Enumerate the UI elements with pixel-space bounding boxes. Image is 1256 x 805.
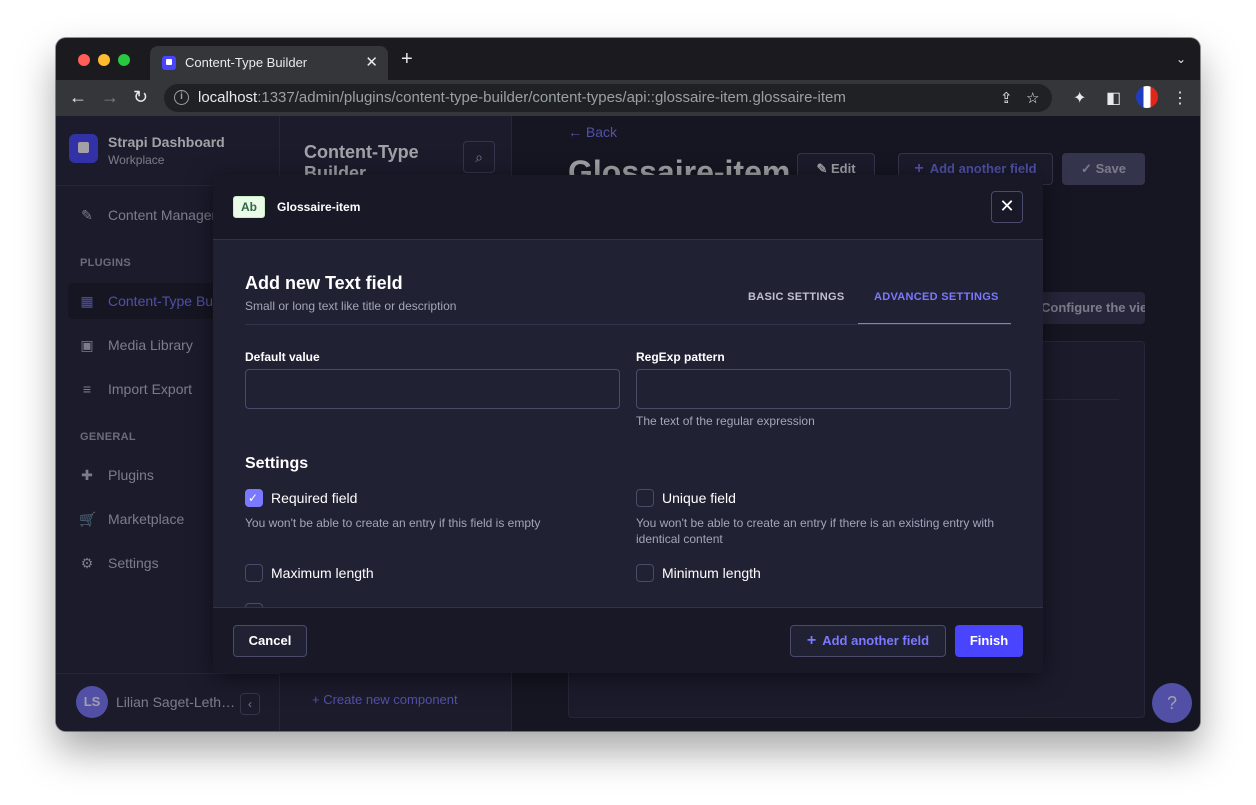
tab-search-chevron-icon[interactable]: ⌄ [1176, 52, 1186, 66]
new-tab-icon[interactable]: + [401, 49, 413, 69]
close-tab-icon[interactable]: ✕ [365, 53, 378, 71]
close-icon[interactable]: ✕ [991, 191, 1023, 223]
modal-title: Add new Text field [245, 273, 403, 293]
browser-tab-title: Content-Type Builder [185, 55, 308, 70]
url-path: :1337/admin/plugins/content-type-builder… [257, 89, 846, 106]
maximum-length-checkbox[interactable] [245, 564, 263, 582]
text-type-badge: Ab [233, 196, 265, 218]
share-icon[interactable]: ⇪ [1000, 89, 1013, 107]
minimum-length-label[interactable]: Minimum length [662, 565, 761, 581]
default-value-input[interactable] [245, 369, 620, 409]
url-host: localhost [198, 89, 258, 106]
finish-button[interactable]: Finish [955, 625, 1023, 657]
cancel-button[interactable]: Cancel [233, 625, 307, 657]
add-field-label: Add another field [822, 633, 930, 648]
browser-tabbar: Content-Type Builder ✕ + ⌄ [56, 38, 1200, 80]
required-field-checkbox[interactable]: ✓ [245, 489, 263, 507]
regexp-input[interactable] [636, 369, 1011, 409]
required-field-desc: You won't be able to create an entry if … [245, 516, 541, 530]
modal-header: Ab Glossaire-item ✕ [213, 175, 1043, 240]
forward-arrow-icon[interactable]: → [101, 87, 119, 107]
settings-heading: Settings [245, 455, 309, 472]
minimize-window-button[interactable] [98, 54, 110, 66]
add-another-field-button[interactable]: + Add another field [790, 625, 946, 657]
modal-content-type: Glossaire-item [277, 200, 361, 214]
maximum-length-label[interactable]: Maximum length [271, 565, 374, 581]
default-value-label: Default value [245, 350, 320, 364]
check-icon: ✓ [248, 491, 259, 505]
extensions-puzzle-icon[interactable]: ✦ [1073, 88, 1086, 108]
modal-footer: Cancel + Add another field Finish [213, 607, 1043, 673]
address-bar[interactable]: i localhost:1337/admin/plugins/content-t… [164, 84, 1052, 112]
plus-icon: + [806, 632, 817, 649]
add-field-modal: Ab Glossaire-item ✕ Add new Text field S… [213, 175, 1043, 673]
sidepanel-icon[interactable]: ◧ [1106, 88, 1121, 108]
required-field-label[interactable]: Required field [271, 490, 357, 506]
browser-window: Content-Type Builder ✕ + ⌄ ← → ↻ i local… [56, 38, 1200, 731]
modal-subtitle: Small or long text like title or descrip… [245, 299, 457, 313]
minimum-length-checkbox[interactable] [636, 564, 654, 582]
browser-menu-icon[interactable]: ⋮ [1172, 88, 1188, 108]
unique-field-checkbox[interactable] [636, 489, 654, 507]
reload-icon[interactable]: ↻ [133, 87, 148, 107]
maximize-window-button[interactable] [118, 54, 130, 66]
tab-basic-settings[interactable]: BASIC SETTINGS [748, 291, 845, 325]
unique-field-label[interactable]: Unique field [662, 490, 736, 506]
regexp-hint: The text of the regular expression [636, 414, 815, 428]
tabs-divider [245, 324, 1011, 325]
browser-tab[interactable]: Content-Type Builder ✕ [150, 46, 388, 80]
strapi-favicon-icon [162, 56, 176, 70]
site-info-icon[interactable]: i [174, 90, 189, 105]
back-arrow-icon[interactable]: ← [69, 87, 87, 107]
browser-toolbar: ← → ↻ i localhost:1337/admin/plugins/con… [56, 80, 1200, 116]
unique-field-desc: You won't be able to create an entry if … [636, 516, 995, 546]
regexp-label: RegExp pattern [636, 350, 725, 364]
close-window-button[interactable] [78, 54, 90, 66]
tab-advanced-settings[interactable]: ADVANCED SETTINGS [858, 291, 1011, 325]
url-text: localhost:1337/admin/plugins/content-typ… [198, 89, 846, 106]
bookmark-star-icon[interactable]: ☆ [1026, 89, 1039, 107]
profile-avatar[interactable] [1136, 86, 1158, 108]
